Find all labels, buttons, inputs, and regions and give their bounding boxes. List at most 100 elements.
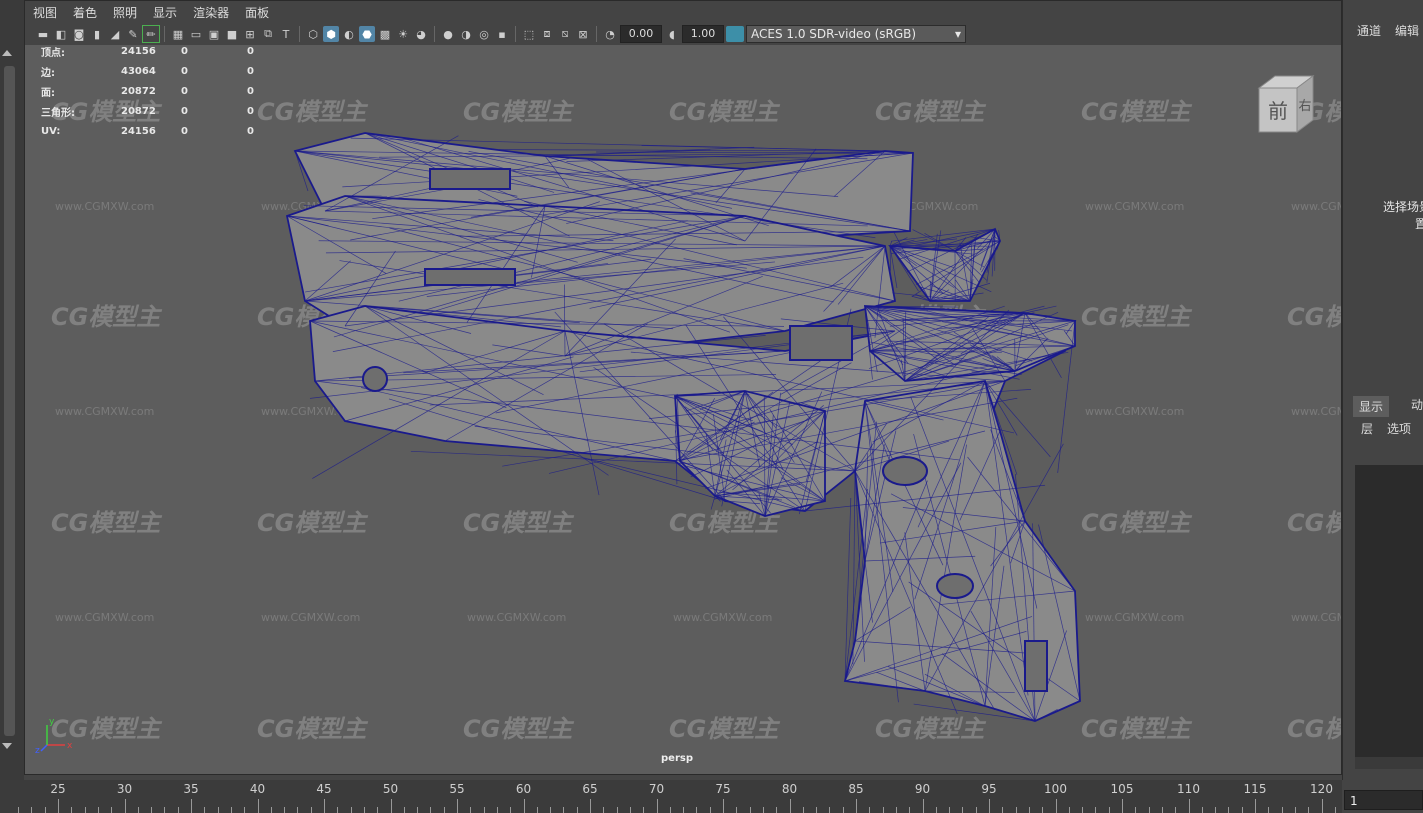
svg-text:x: x: [67, 741, 73, 751]
timeline-tick: [629, 807, 631, 813]
hud-label: 面:: [41, 87, 55, 99]
hud-label: 边:: [41, 67, 55, 79]
resolution-gate-icon[interactable]: ▣: [206, 26, 222, 42]
menu-show[interactable]: 显示: [145, 4, 185, 21]
vertical-scrollbar[interactable]: [4, 66, 15, 736]
timeline-tick: [1268, 807, 1270, 813]
pencil-tool-icon[interactable]: ✏: [142, 25, 160, 43]
timeline-tick: [111, 807, 113, 813]
hud-value: 0: [247, 125, 254, 137]
view-transform-select[interactable]: ACES 1.0 SDR-video (sRGB) ▾: [746, 25, 966, 43]
viewport-panel: 视图 着色 照明 显示 渲染器 面板 ▬ ◧ ◙ ▮ ◢ ✎ ✏ ▦ ▭ ▣ ■…: [24, 0, 1398, 775]
field-chart-icon[interactable]: ⊞: [242, 26, 258, 42]
menu-panels[interactable]: 面板: [237, 4, 277, 21]
watermark-brand: CG模型主: [463, 509, 574, 537]
gate-mask-icon[interactable]: ■: [224, 26, 240, 42]
mesh-detail: [1024, 640, 1048, 692]
layer-list[interactable]: [1355, 465, 1423, 757]
timeline-tick: [1161, 807, 1163, 813]
time-slider[interactable]: 25 30 35 40 45 50 55 60 65 70 75 80 85 90 95 100 105 110 1…: [0, 780, 1342, 813]
exposure-icon[interactable]: ◔: [602, 26, 618, 42]
watermark-brand: CG模型主: [1287, 509, 1341, 537]
lighting-icon[interactable]: ☀: [395, 26, 411, 42]
tab-display[interactable]: 显示: [1353, 396, 1390, 417]
camera-icon[interactable]: ▬: [35, 26, 51, 42]
hud-value: 0: [247, 45, 254, 57]
color-management-icon[interactable]: [726, 26, 744, 42]
motion-blur-icon[interactable]: ◑: [458, 26, 474, 42]
safe-action-icon[interactable]: ⧉: [260, 26, 276, 42]
timeline-tick: [270, 807, 272, 813]
xray-joints-icon[interactable]: ⧅: [557, 26, 573, 42]
depth-of-field-icon[interactable]: ▪: [494, 26, 510, 42]
timeline-tick: [563, 807, 565, 813]
tab-edit[interactable]: 编辑: [1395, 22, 1419, 39]
hud-value: 24156: [121, 45, 156, 57]
isolate-select-icon[interactable]: ⬚: [521, 26, 537, 42]
wireframe-on-shaded-icon[interactable]: ⬣: [359, 26, 375, 42]
screen-space-ao-icon[interactable]: ●: [440, 26, 456, 42]
timeline-tick-label: 55: [449, 782, 465, 796]
mesh-detail: [882, 456, 928, 486]
horizontal-scrollbar[interactable]: [1355, 757, 1423, 769]
gamma-icon[interactable]: ◖: [664, 26, 680, 42]
toolbar-divider: [434, 26, 435, 42]
hud-value: 20872: [121, 105, 156, 117]
shadows-icon[interactable]: ◕: [413, 26, 429, 42]
viewcube[interactable]: 前 右: [1253, 74, 1315, 134]
current-frame-field[interactable]: 1: [1344, 790, 1423, 810]
camera-attributes-icon[interactable]: ◧: [53, 26, 69, 42]
timeline-tick: [882, 807, 884, 813]
timeline-tick: [656, 799, 658, 813]
menu-shading[interactable]: 着色: [65, 4, 105, 21]
timeline-tick-label: 65: [582, 782, 598, 796]
gamma-field[interactable]: 1.00: [682, 25, 724, 43]
grid-icon[interactable]: ▦: [170, 26, 186, 42]
watermark-brand: CG模型主: [1287, 715, 1341, 743]
menu-view[interactable]: 视图: [25, 4, 65, 21]
menu-layers[interactable]: 层: [1361, 420, 1373, 437]
hud-value: 20872: [121, 85, 156, 97]
scroll-down-icon[interactable]: [2, 743, 12, 749]
svg-text:y: y: [49, 717, 55, 727]
watermark-brand: CG模型主: [875, 98, 986, 126]
textured-icon[interactable]: ▩: [377, 26, 393, 42]
xray-components-icon[interactable]: ⊠: [575, 26, 591, 42]
revolver-wireframe-model: CG模型主 www.CGMXW.com CG模型主 www.CGMXW.com CG模型…: [35, 98, 1398, 756]
safe-title-icon[interactable]: T: [278, 26, 294, 42]
timeline-tick-label: 45: [316, 782, 332, 796]
timeline-tick-label: 30: [116, 782, 133, 796]
wireframe-icon[interactable]: ⬡: [305, 26, 321, 42]
bookmark-icon[interactable]: ▮: [89, 26, 105, 42]
default-material-icon[interactable]: ◐: [341, 26, 357, 42]
watermark-url: www.CGMXW.com: [1291, 200, 1341, 213]
menu-options[interactable]: 选项: [1387, 420, 1411, 437]
watermark-url: www.CGMXW.com: [467, 611, 566, 624]
3d-view-canvas[interactable]: CG模型主 www.CGMXW.com CG模型主 www.CGMXW.com CG模型…: [25, 45, 1398, 774]
timeline-tick: [510, 807, 512, 813]
watermark-brand: CG模型主: [257, 509, 368, 537]
left-scroll-strip[interactable]: [0, 0, 24, 780]
exposure-field[interactable]: 0.00: [620, 25, 662, 43]
timeline-tick: [1042, 807, 1044, 813]
watermark-url: www.CGMXW.com: [1291, 405, 1341, 418]
anti-aliasing-icon[interactable]: ◎: [476, 26, 492, 42]
image-plane-icon[interactable]: ◢: [107, 26, 123, 42]
scroll-up-icon[interactable]: [2, 50, 12, 56]
smooth-shade-icon[interactable]: ⬢: [323, 26, 339, 42]
film-gate-icon[interactable]: ▭: [188, 26, 204, 42]
menu-renderer[interactable]: 渲染器: [185, 4, 237, 21]
tab-channels[interactable]: 通道: [1357, 22, 1381, 39]
timeline-tick: [576, 807, 578, 813]
timeline-tick: [1215, 807, 1217, 813]
mesh-detail: [936, 573, 974, 599]
xray-icon[interactable]: ⧈: [539, 26, 555, 42]
grease-pencil-icon[interactable]: ✎: [125, 26, 141, 42]
menu-lighting[interactable]: 照明: [105, 4, 145, 21]
film-camera-icon[interactable]: ◙: [71, 26, 87, 42]
timeline-tick-label: 95: [981, 782, 997, 796]
tab-anim[interactable]: 动: [1411, 396, 1423, 417]
timeline-tick: [816, 807, 818, 813]
layer-editor-tabs: 显示 动: [1353, 396, 1423, 417]
mesh-edge: [852, 470, 856, 665]
